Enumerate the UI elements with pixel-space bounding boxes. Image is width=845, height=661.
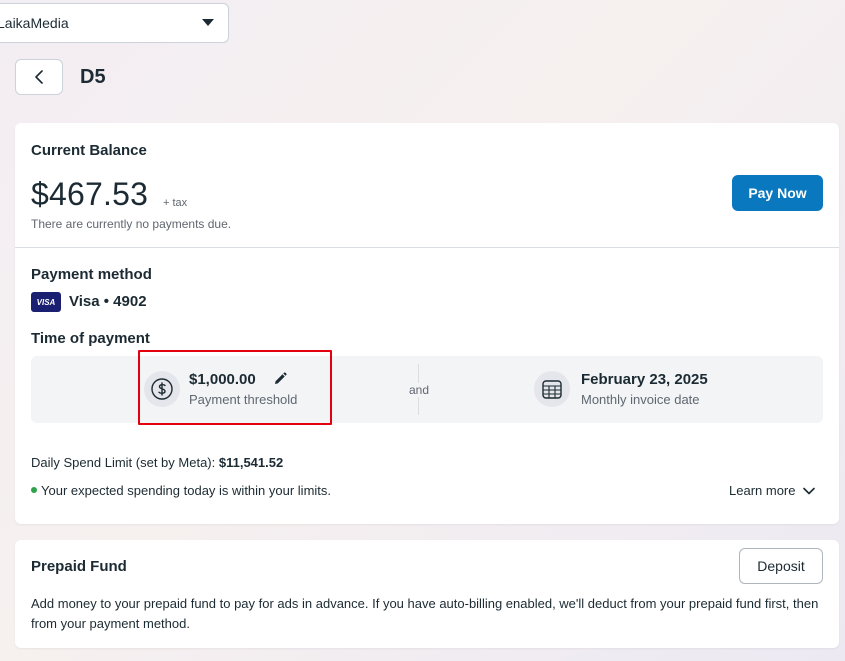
deposit-button[interactable]: Deposit	[739, 548, 823, 584]
calendar-icon	[534, 371, 570, 407]
pay-now-button[interactable]: Pay Now	[732, 175, 823, 211]
current-balance-heading: Current Balance	[31, 142, 147, 159]
daily-spend-limit: Daily Spend Limit (set by Meta): $11,541…	[31, 455, 283, 470]
back-button[interactable]	[15, 59, 63, 95]
learn-more-button[interactable]: Learn more	[729, 483, 816, 498]
daily-spend-limit-label: Daily Spend Limit (set by Meta):	[31, 455, 216, 470]
visa-card-icon: VISA	[31, 292, 61, 312]
balance-amount: $467.53	[31, 176, 149, 212]
payment-card-label: Visa • 4902	[69, 293, 147, 310]
chevron-down-icon	[803, 487, 816, 494]
time-of-payment-heading: Time of payment	[31, 330, 150, 347]
prepaid-fund-description: Add money to your prepaid fund to pay fo…	[31, 596, 819, 631]
section-divider	[15, 247, 839, 248]
learn-more-label: Learn more	[729, 483, 796, 498]
chevron-left-icon	[35, 70, 43, 84]
tax-note: + tax	[163, 197, 188, 209]
account-selector-label: LaikaMedia	[0, 15, 69, 31]
payment-method-heading: Payment method	[31, 266, 152, 283]
spending-status-text: Your expected spending today is within y…	[41, 483, 332, 498]
page-title: D5	[80, 66, 106, 88]
prepaid-fund-heading: Prepaid Fund	[31, 558, 127, 575]
prepaid-fund-card: Prepaid Fund Deposit Add money to your p…	[15, 540, 839, 648]
payment-status-text: There are currently no payments due.	[31, 217, 232, 231]
monthly-invoice-date: February 23, 2025	[581, 371, 708, 388]
daily-spend-limit-value: $11,541.52	[218, 455, 284, 470]
status-ok-icon	[31, 487, 37, 493]
and-connector: and	[407, 383, 432, 397]
monthly-invoice-label: Monthly invoice date	[581, 392, 700, 407]
chevron-down-icon	[202, 19, 214, 26]
billing-summary-card: Current Balance $467.53 + tax There are …	[15, 123, 839, 524]
threshold-highlight-box	[138, 350, 332, 425]
account-selector[interactable]: LaikaMedia	[0, 3, 229, 43]
